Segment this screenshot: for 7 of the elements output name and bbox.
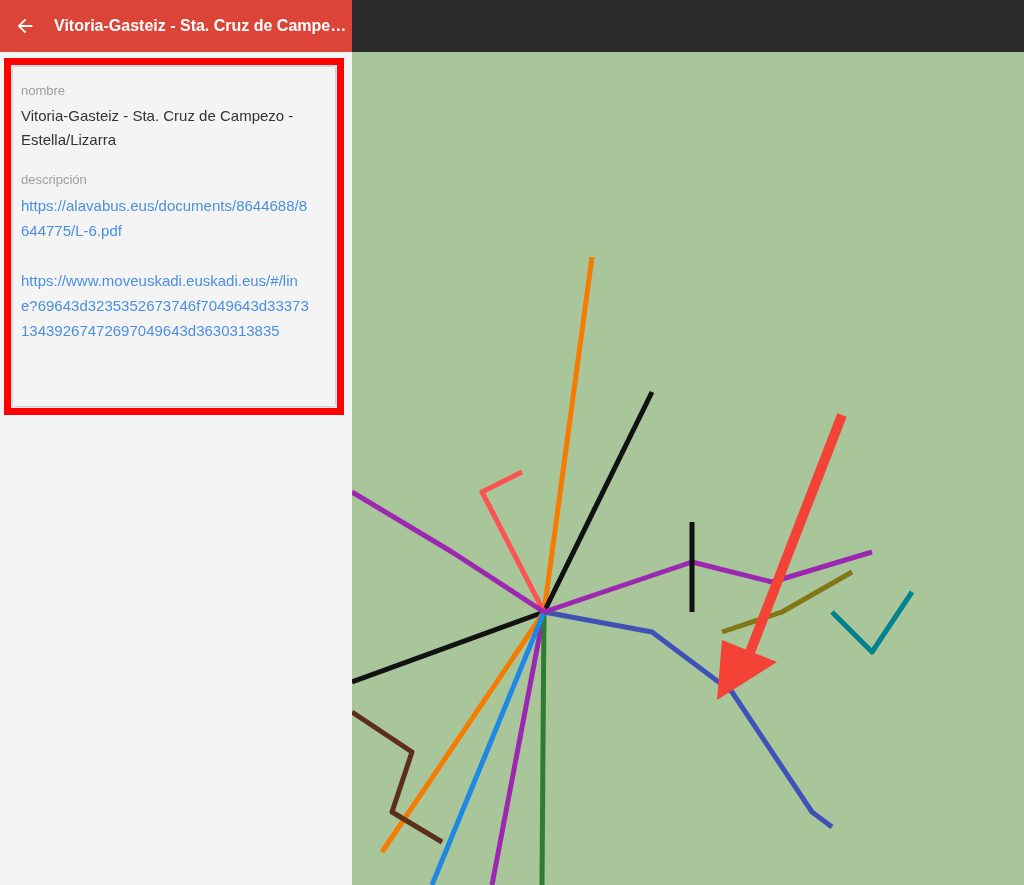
url-link[interactable]: https://www.moveuskadi.euskadi.eus/#/line?69643d3235352673746f7049643d3337313439267472697049643d3630313835 [21,268,313,343]
route-name: Vitoria-Gasteiz - Sta. Cruz de Campezo - Estella/Lizarra [21,106,295,150]
map-placeholder[interactable] [352,52,1024,885]
field-label: descripción [21,172,87,187]
url-link[interactable]: https://alavabus.eus/documents/8644688/8644775/L-6.pdf [21,193,313,243]
field-label: nombre [21,83,66,98]
route-title: Vitoria-Gasteiz - Sta. Cruz de Campe… [54,17,347,35]
